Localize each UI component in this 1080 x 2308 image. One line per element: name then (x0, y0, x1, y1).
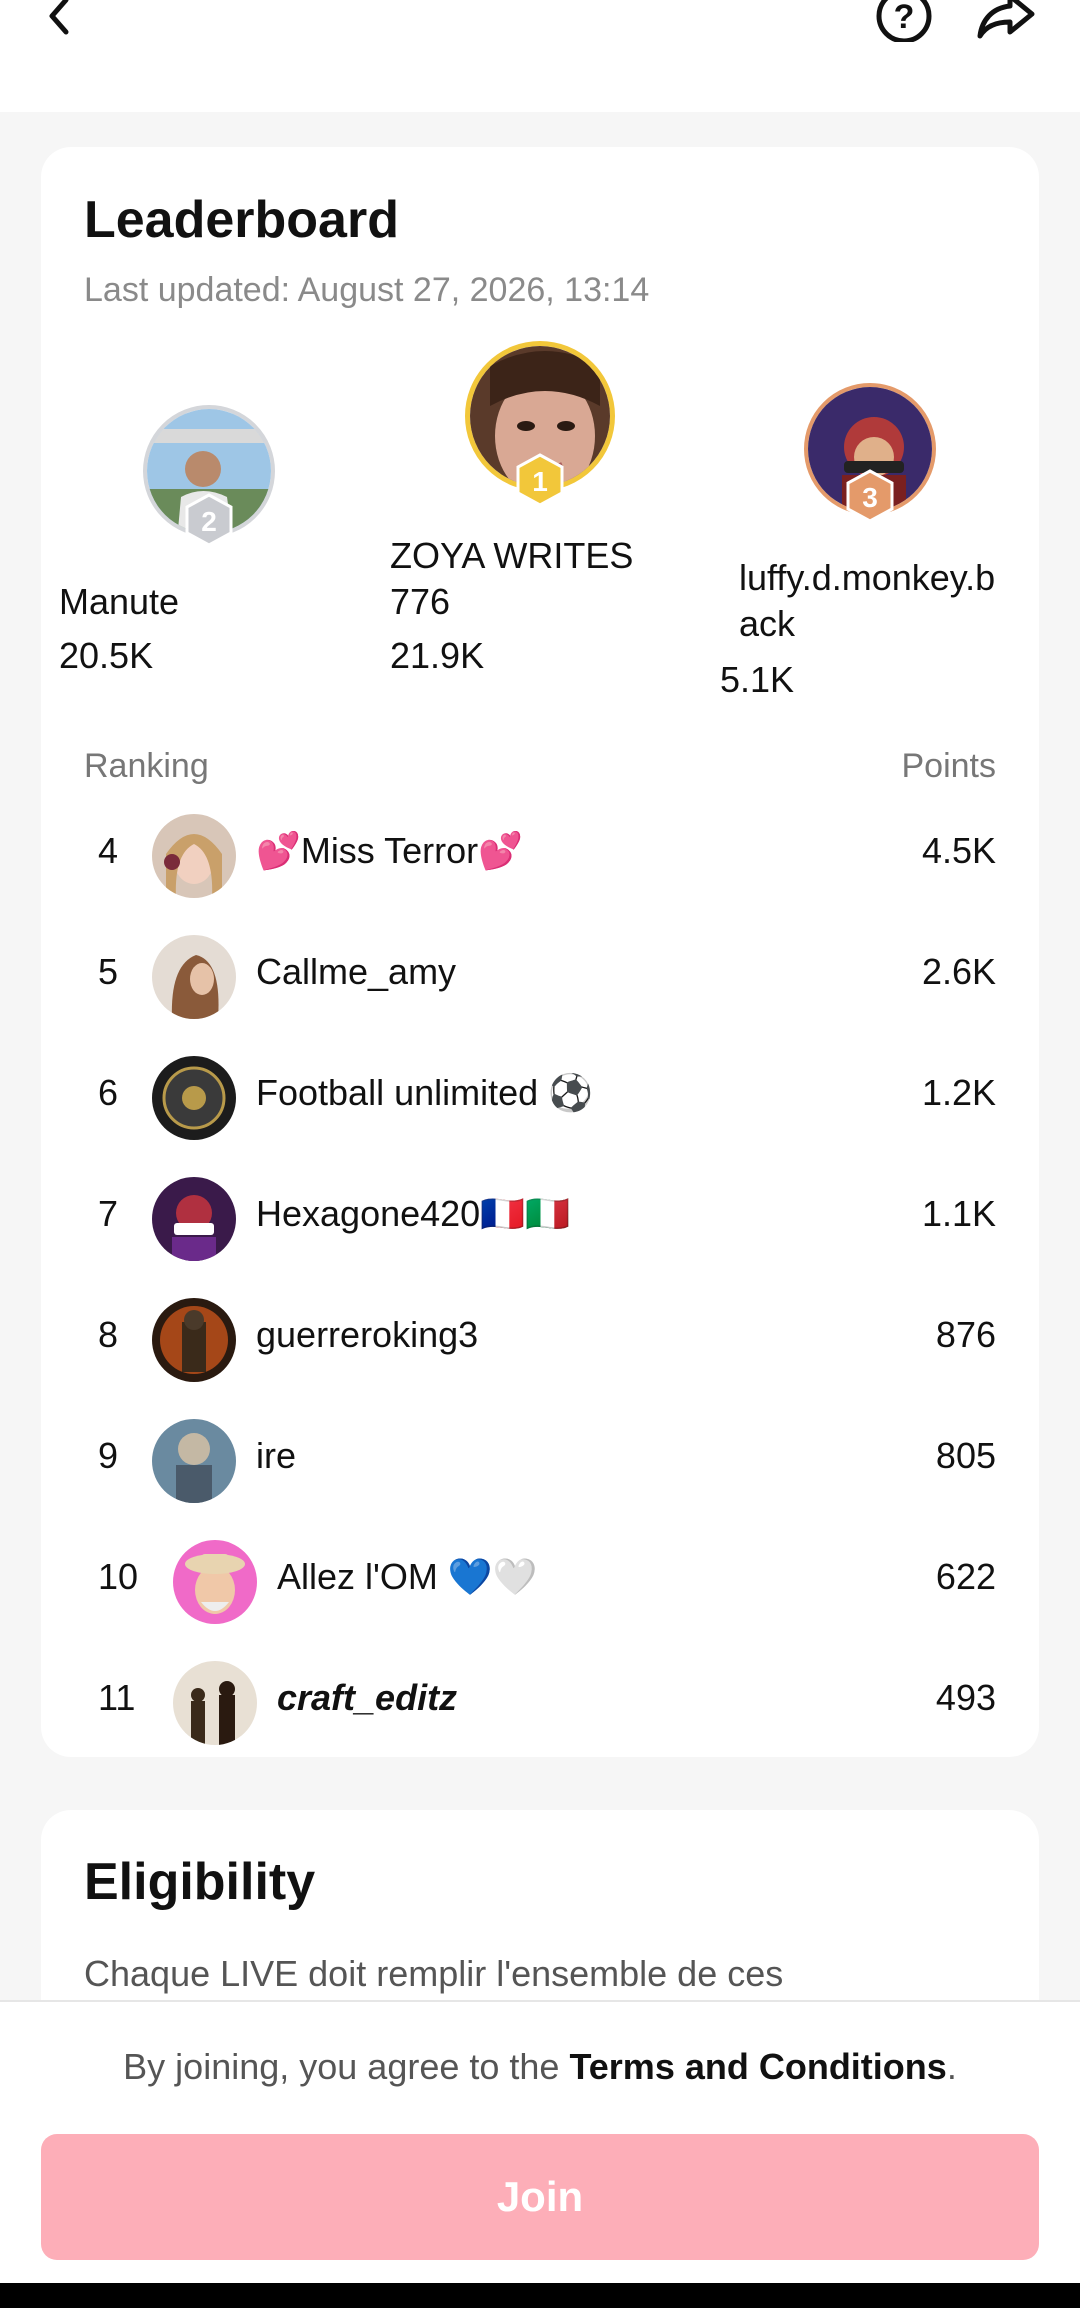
row-name: 💕Miss Terror💕 (256, 830, 523, 871)
points-header: Points (901, 747, 997, 785)
svg-text:2: 2 (201, 506, 217, 537)
gold-medal-icon: 1 (515, 453, 565, 507)
podium-points-2: 20.5K (59, 635, 154, 676)
avatar[interactable] (152, 1177, 236, 1261)
row-rank: 10 (98, 1556, 139, 1597)
row-points: 1.2K (921, 1072, 996, 1113)
top-bar: ? (0, 0, 1080, 112)
row-points: 1.1K (921, 1193, 996, 1234)
podium-points-3: 5.1K (720, 659, 795, 700)
row-rank: 5 (98, 951, 119, 992)
row-points: 493 (935, 1677, 996, 1718)
terms-notice: By joining, you agree to the Terms and C… (0, 2046, 1080, 2088)
row-rank: 7 (98, 1193, 119, 1234)
svg-text:1: 1 (532, 466, 548, 497)
podium-name-2: Manute (59, 581, 180, 622)
help-icon[interactable]: ? (874, 0, 934, 44)
row-rank: 6 (98, 1072, 119, 1113)
avatar[interactable] (152, 1056, 236, 1140)
share-icon[interactable] (976, 0, 1036, 42)
system-nav-bar (0, 2283, 1080, 2308)
podium-points-1: 21.9K (390, 635, 485, 676)
leaderboard-row[interactable]: 6 Football unlimited ⚽ 1.2K (41, 1044, 1039, 1144)
footer: By joining, you agree to the Terms and C… (0, 2000, 1080, 2283)
row-rank: 11 (98, 1677, 136, 1718)
terms-suffix: . (946, 2046, 957, 2087)
leaderboard-row[interactable]: 10 Allez l'OM 💙🤍 622 (41, 1528, 1039, 1628)
row-rank: 8 (98, 1314, 119, 1355)
leaderboard-row[interactable]: 7 Hexagone420🇫🇷🇮🇹 1.1K (41, 1165, 1039, 1265)
leaderboard-row[interactable]: 5 Callme_amy 2.6K (41, 923, 1039, 1023)
avatar[interactable] (173, 1540, 257, 1624)
row-points: 4.5K (921, 830, 996, 871)
silver-medal-icon: 2 (184, 493, 234, 547)
leaderboard-row[interactable]: 9 ire 805 (41, 1407, 1039, 1507)
row-name: Football unlimited ⚽ (256, 1072, 593, 1113)
avatar[interactable] (152, 814, 236, 898)
row-rank: 9 (98, 1435, 119, 1476)
row-name: Hexagone420🇫🇷🇮🇹 (256, 1193, 570, 1234)
avatar[interactable] (152, 935, 236, 1019)
avatar[interactable] (152, 1298, 236, 1382)
podium-name-1: ZOYA WRITES 776 (390, 535, 634, 622)
terms-prefix: By joining, you agree to the (123, 2046, 570, 2087)
row-points: 805 (935, 1435, 996, 1476)
row-name: guerreroking3 (256, 1314, 479, 1355)
row-name: Callme_amy (256, 951, 457, 992)
leaderboard-card: Leaderboard Last updated: August 27, 202… (41, 147, 1039, 1757)
back-icon[interactable] (40, 0, 80, 40)
ranking-header: Ranking (84, 747, 209, 785)
podium-name-3: luffy.d.monkey.back (739, 557, 996, 644)
svg-text:3: 3 (862, 482, 878, 513)
leaderboard-row[interactable]: 11 craft_editz 493 (41, 1649, 1039, 1749)
row-points: 876 (935, 1314, 996, 1355)
row-name: Allez l'OM 💙🤍 (277, 1556, 538, 1597)
bronze-medal-icon: 3 (845, 469, 895, 523)
leaderboard-row[interactable]: 4 💕Miss Terror💕 4.5K (41, 802, 1039, 902)
eligibility-title: Eligibility (84, 1853, 316, 1911)
svg-text:?: ? (894, 0, 915, 36)
terms-link[interactable]: Terms and Conditions (569, 2046, 946, 2087)
row-points: 2.6K (921, 951, 996, 992)
row-name: ire (256, 1435, 297, 1476)
eligibility-card: Eligibility Chaque LIVE doit remplir l'e… (41, 1810, 1039, 2030)
row-points: 622 (935, 1556, 996, 1597)
leaderboard-title: Leaderboard (84, 191, 399, 249)
last-updated: Last updated: August 27, 2026, 13:14 (84, 271, 650, 309)
eligibility-text: Chaque LIVE doit remplir l'ensemble de c… (84, 1953, 784, 1994)
row-name: craft_editz (277, 1677, 458, 1718)
leaderboard-row[interactable]: 8 guerreroking3 876 (41, 1286, 1039, 1386)
row-rank: 4 (98, 830, 119, 871)
avatar[interactable] (173, 1661, 257, 1745)
avatar[interactable] (152, 1419, 236, 1503)
join-button[interactable]: Join (41, 2134, 1039, 2260)
